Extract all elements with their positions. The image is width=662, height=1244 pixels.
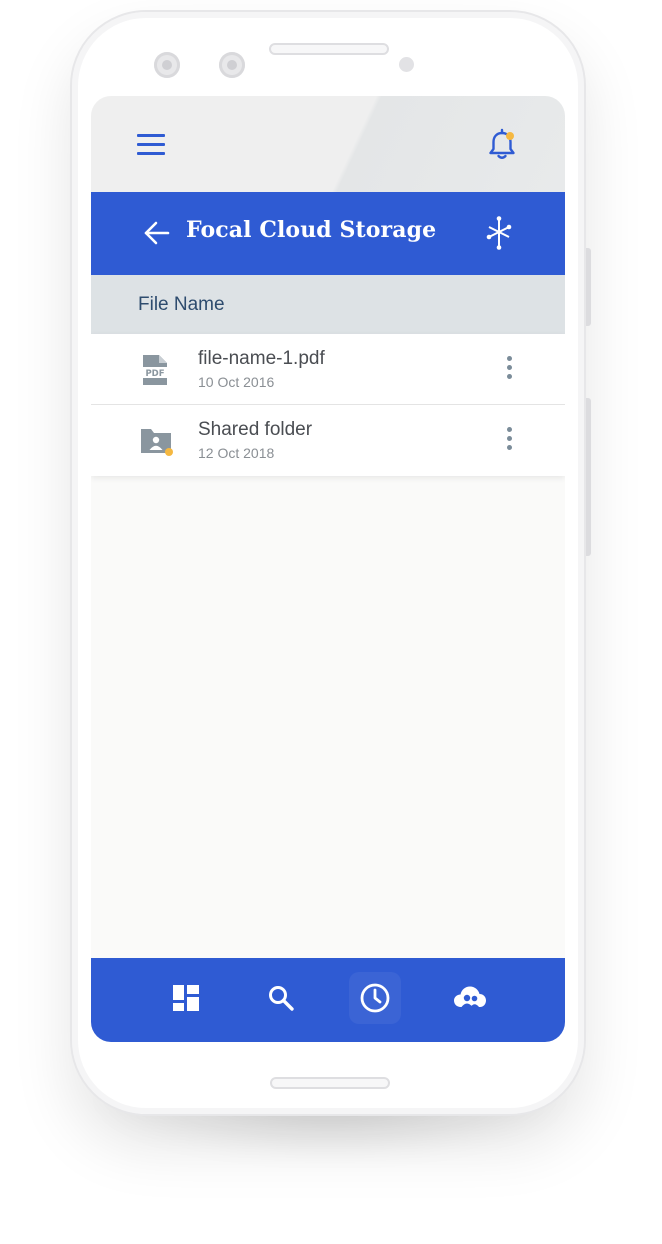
home-indicator: [270, 1077, 390, 1089]
search-icon[interactable]: [255, 972, 307, 1024]
front-camera-secondary: [219, 52, 245, 78]
cloud-users-icon[interactable]: [444, 972, 496, 1024]
bell-icon[interactable]: [487, 128, 517, 162]
notification-badge: [506, 132, 514, 140]
file-name: Shared folder: [198, 419, 313, 440]
list-item[interactable]: PDF file-name-1.pdf 10 Oct 2016: [91, 334, 565, 405]
shared-folder-icon: [139, 425, 173, 457]
arrow-left-icon[interactable]: [143, 220, 171, 246]
svg-text:PDF: PDF: [145, 369, 164, 379]
list-item[interactable]: Shared folder 12 Oct 2018: [91, 405, 565, 476]
file-date: 10 Oct 2016: [198, 374, 275, 390]
proximity-sensor: [399, 57, 414, 72]
more-options-icon[interactable]: [499, 427, 519, 455]
hamburger-menu-icon[interactable]: [137, 134, 167, 158]
share-network-icon[interactable]: [485, 216, 513, 250]
column-label-file-name[interactable]: File Name: [138, 294, 225, 316]
app-bar: Focal Cloud Storage: [91, 192, 565, 275]
file-date: 12 Oct 2018: [198, 445, 275, 461]
earpiece-speaker: [269, 43, 389, 55]
pdf-file-icon: PDF: [139, 354, 171, 386]
clock-icon[interactable]: [349, 972, 401, 1024]
phone-screen: Focal Cloud Storage File Name PDF file-n…: [91, 96, 565, 1042]
file-name: file-name-1.pdf: [198, 348, 325, 369]
more-options-icon[interactable]: [499, 356, 519, 384]
file-list: PDF file-name-1.pdf 10 Oct 2016 Shared f…: [91, 334, 565, 476]
front-camera: [154, 52, 180, 78]
volume-button: [586, 248, 591, 326]
top-toolbar: [91, 96, 565, 192]
page-title: Focal Cloud Storage: [186, 217, 437, 243]
dashboard-icon[interactable]: [160, 972, 212, 1024]
bottom-navigation: [91, 958, 565, 1042]
power-button: [586, 398, 591, 556]
list-column-header: File Name: [91, 275, 565, 334]
